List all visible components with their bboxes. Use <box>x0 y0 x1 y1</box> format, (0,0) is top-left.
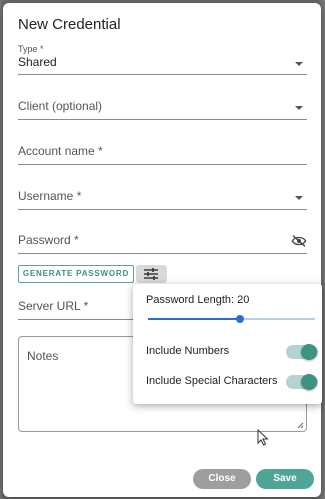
resize-handle-icon[interactable] <box>297 422 304 429</box>
type-select[interactable]: Type * Shared <box>18 44 307 75</box>
chevron-down-icon <box>295 106 303 110</box>
account-underline <box>18 164 307 165</box>
generate-password-button[interactable]: GENERATE PASSWORD <box>18 265 134 283</box>
chevron-down-icon <box>295 196 303 200</box>
include-numbers-toggle[interactable] <box>286 344 318 360</box>
username-underline <box>18 209 307 210</box>
include-special-label: Include Special Characters <box>146 375 278 387</box>
client-underline <box>18 119 307 120</box>
slider-fill <box>148 318 240 320</box>
type-underline <box>18 74 307 75</box>
type-value: Shared <box>18 55 57 69</box>
close-button[interactable]: Close <box>193 469 251 489</box>
type-label: Type * <box>18 44 44 54</box>
slider-thumb[interactable] <box>235 315 244 323</box>
password-input[interactable]: Password * <box>18 233 307 257</box>
client-label: Client (optional) <box>18 99 103 113</box>
notes-label: Notes <box>27 349 59 363</box>
password-options-popover: Password Length: 20 Include Numbers Incl… <box>133 284 322 404</box>
toggle-knob <box>301 344 317 360</box>
mouse-pointer-icon <box>257 429 269 446</box>
password-underline <box>18 253 307 254</box>
password-label: Password * <box>18 233 79 247</box>
dialog-title: New Credential <box>18 16 121 33</box>
account-name-label: Account name * <box>18 144 103 158</box>
include-numbers-label: Include Numbers <box>146 345 230 357</box>
save-button[interactable]: Save <box>256 469 314 489</box>
username-label: Username * <box>18 189 82 203</box>
client-select[interactable]: Client (optional) <box>18 99 307 123</box>
tune-icon <box>144 268 158 280</box>
username-select[interactable]: Username * <box>18 189 307 213</box>
account-name-input[interactable]: Account name * <box>18 144 307 168</box>
new-credential-dialog: New Credential Type * Shared Client (opt… <box>3 3 321 497</box>
eye-off-icon[interactable] <box>291 235 307 247</box>
chevron-down-icon <box>295 62 303 66</box>
include-special-toggle[interactable] <box>286 374 318 390</box>
password-options-button[interactable] <box>136 265 167 283</box>
password-length-label: Password Length: 20 <box>146 294 250 306</box>
toggle-knob <box>301 374 317 390</box>
